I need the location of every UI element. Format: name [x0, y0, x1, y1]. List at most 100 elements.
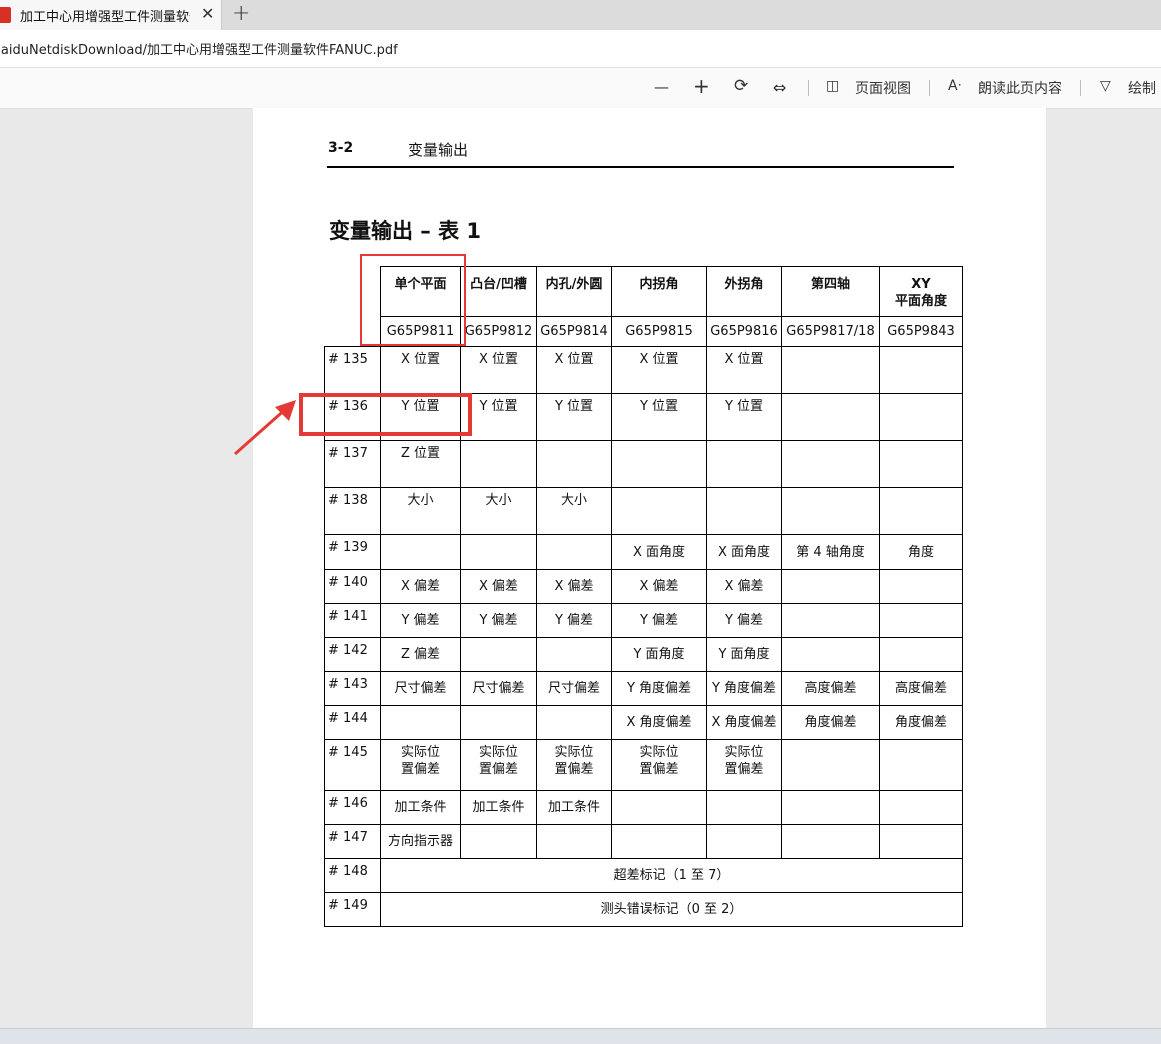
new-tab-icon[interactable]: + [232, 1, 250, 26]
table-row: # 140 X 偏差 X 偏差 X 偏差 X 偏差 X 偏差 [324, 569, 963, 604]
table-cell: X 位置 [706, 346, 782, 394]
row-variable-label: # 143 [324, 671, 381, 706]
table-cell: X 面角度 [611, 534, 707, 570]
table-cell: 角度 [879, 534, 963, 570]
table-cell [879, 487, 963, 535]
column-macro-code: G65P9843 [879, 316, 963, 347]
section-title: 变量输出 [408, 141, 469, 159]
table-cell [879, 393, 963, 441]
read-aloud-icon[interactable]: Aᐧ [948, 78, 961, 94]
table-cell: 实际位 置偏差 [380, 739, 461, 791]
table-cell [781, 346, 880, 394]
column-header: 外拐角 [706, 266, 782, 317]
table-cell: Y 位置 [706, 393, 782, 441]
table-cell [460, 637, 537, 672]
table-cell: 实际位 置偏差 [460, 739, 537, 791]
column-macro-code: G65P9814 [536, 316, 612, 347]
draw-icon[interactable]: ▽ [1100, 78, 1111, 94]
column-header: 内孔/外圆 [536, 266, 612, 317]
row-variable-label: # 137 [324, 440, 381, 488]
table-cell: X 角度偏差 [611, 705, 707, 740]
table-row: # 149 测头错误标记（0 至 2） [324, 892, 963, 927]
row-variable-label: # 144 [324, 705, 381, 740]
table-cell [460, 534, 537, 570]
table-cell [706, 440, 782, 488]
table-cell: X 位置 [536, 346, 612, 394]
table-cell: X 偏差 [706, 569, 782, 604]
table-cell: X 偏差 [611, 569, 707, 604]
table-cell: Y 偏差 [611, 603, 707, 638]
table-cell [536, 824, 612, 859]
column-header: XY 平面角度 [879, 266, 963, 317]
table-cell [781, 487, 880, 535]
table-row: # 138 大小 大小 大小 [324, 487, 963, 535]
close-icon[interactable]: ✕ [201, 4, 214, 23]
table-cell: 加工条件 [536, 790, 612, 825]
tab-title: 加工中心用增强型工件测量软件F [20, 10, 190, 25]
table-title: 变量输出 – 表 1 [329, 219, 482, 243]
table-cell [706, 790, 782, 825]
table-cell [611, 440, 707, 488]
table-cell [879, 790, 963, 825]
row-variable-label: # 139 [324, 534, 381, 570]
table-row: # 135 X 位置 X 位置 X 位置 X 位置 X 位置 [324, 346, 963, 394]
table-cell: 第 4 轴角度 [781, 534, 880, 570]
table-cell [879, 603, 963, 638]
table-cell: Y 面角度 [611, 637, 707, 672]
table-cell: 方向指示器 [380, 824, 461, 859]
table-cell: Y 角度偏差 [706, 671, 782, 706]
table-cell [879, 569, 963, 604]
row-variable-label: # 135 [324, 346, 381, 394]
table-cell: Y 位置 [611, 393, 707, 441]
row-variable-label: # 146 [324, 790, 381, 825]
table-cell [879, 440, 963, 488]
table-row: # 145 实际位 置偏差 实际位 置偏差 实际位 置偏差 实际位 置偏差 实际位 置偏差 [324, 739, 963, 791]
read-aloud-button[interactable]: 朗读此页内容 [978, 78, 1062, 98]
table-cell [536, 534, 612, 570]
table-cell: X 偏差 [536, 569, 612, 604]
table-cell: Y 偏差 [380, 603, 461, 638]
table-row: # 141 Y 偏差 Y 偏差 Y 偏差 Y 偏差 Y 偏差 [324, 603, 963, 638]
table-cell [781, 603, 880, 638]
fit-width-icon[interactable]: ⇔ [773, 78, 786, 97]
page-view-icon[interactable]: ◫ [826, 78, 839, 94]
url-text[interactable]: BaiduNetdiskDownload/加工中心用增强型工件测量软件FANUC… [0, 39, 398, 58]
table-cell: 角度偏差 [781, 705, 880, 740]
annotation-arrow-icon [234, 400, 296, 456]
variable-output-table: 单个平面 凸台/凹槽 内孔/外圆 内拐角 外拐角 第四轴 XY 平面角度 G65P9811 G6… [324, 266, 963, 927]
table-cell: Y 偏差 [460, 603, 537, 638]
address-bar[interactable]: BaiduNetdiskDownload/加工中心用增强型工件测量软件FANUC… [0, 30, 1161, 68]
table-cell: X 偏差 [380, 569, 461, 604]
table-cell [879, 824, 963, 859]
table-cell [536, 637, 612, 672]
column-macro-code: G65P9815 [611, 316, 707, 347]
table-cell [380, 705, 461, 740]
table-cell [611, 487, 707, 535]
row-variable-label: # 140 [324, 569, 381, 604]
table-cell: 实际位 置偏差 [536, 739, 612, 791]
table-cell: 实际位 置偏差 [706, 739, 782, 791]
table-cell [536, 705, 612, 740]
page-view-button[interactable]: 页面视图 [855, 78, 911, 98]
table-cell: X 位置 [460, 346, 537, 394]
table-cell [781, 637, 880, 672]
column-header: 凸台/凹槽 [460, 266, 537, 317]
zoom-in-icon[interactable]: + [693, 74, 710, 98]
table-cell [611, 824, 707, 859]
table-cell: X 偏差 [460, 569, 537, 604]
column-macro-code: G65P9817/18 [781, 316, 880, 347]
rotate-icon[interactable]: ⟳ [734, 76, 748, 96]
section-number: 3-2 [328, 140, 354, 156]
table-cell [879, 637, 963, 672]
table-cell [380, 534, 461, 570]
tab-pdf-document[interactable]: 加工中心用增强型工件测量软件F ✕ [0, 0, 222, 30]
table-cell: 尺寸偏差 [536, 671, 612, 706]
table-row: # 142 Z 偏差 Y 面角度 Y 面角度 [324, 637, 963, 672]
row-variable-label: # 142 [324, 637, 381, 672]
row-variable-label: # 149 [324, 892, 381, 927]
draw-button[interactable]: 绘制 [1128, 78, 1156, 98]
zoom-out-icon[interactable]: — [654, 78, 669, 96]
table-cell [781, 569, 880, 604]
table-cell [781, 790, 880, 825]
toolbar-divider [808, 80, 809, 96]
